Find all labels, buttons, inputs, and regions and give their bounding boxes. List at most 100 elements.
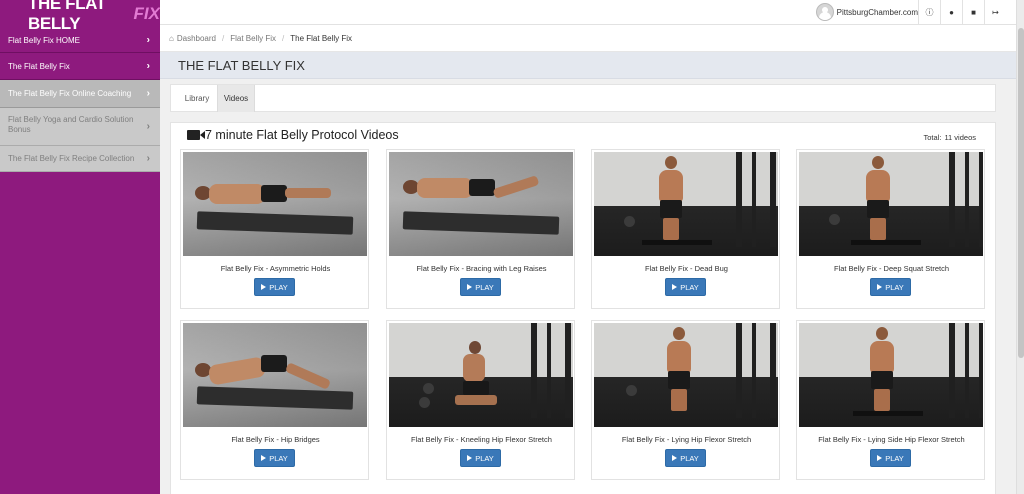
videos-total-label: Total: bbox=[923, 133, 942, 142]
kettlebell-shape bbox=[419, 397, 430, 408]
video-title: Flat Belly Fix - Lying Hip Flexor Stretc… bbox=[621, 435, 752, 444]
play-label: PLAY bbox=[269, 453, 288, 463]
video-title: Flat Belly Fix - Dead Bug bbox=[645, 264, 728, 273]
videos-panel: 7 minute Flat Belly Protocol Videos Tota… bbox=[170, 122, 996, 494]
chevron-right-icon: › bbox=[146, 120, 150, 132]
user-name: PittsburgChamber.com bbox=[836, 7, 918, 17]
video-title: Flat Belly Fix - Hip Bridges bbox=[231, 435, 320, 444]
play-icon bbox=[261, 455, 267, 461]
video-title: Flat Belly Fix - Bracing with Leg Raises bbox=[416, 264, 547, 273]
breadcrumb-dashboard[interactable]: Dashboard bbox=[177, 34, 216, 43]
kettlebell-shape bbox=[626, 385, 637, 396]
chevron-right-icon: › bbox=[146, 87, 150, 99]
video-thumbnail[interactable] bbox=[799, 152, 983, 256]
dashboard-icon[interactable]: ● bbox=[940, 0, 962, 25]
play-button[interactable]: PLAY bbox=[870, 278, 911, 296]
play-label: PLAY bbox=[885, 453, 904, 463]
video-card: Flat Belly Fix - Kneeling Hip Flexor Str… bbox=[386, 320, 575, 480]
play-button[interactable]: PLAY bbox=[460, 449, 501, 467]
person-figure bbox=[656, 156, 686, 240]
video-card: Flat Belly Fix - Dead Bug PLAY bbox=[591, 149, 780, 309]
play-label: PLAY bbox=[475, 453, 494, 463]
breadcrumb-separator: / bbox=[221, 33, 225, 43]
mat-shape bbox=[402, 211, 560, 235]
video-thumbnail[interactable] bbox=[389, 323, 573, 427]
breadcrumb: ⌂ Dashboard / Flat Belly Fix / The Flat … bbox=[160, 25, 1016, 52]
play-button[interactable]: PLAY bbox=[870, 449, 911, 467]
breadcrumb-separator: / bbox=[282, 33, 285, 43]
video-card: Flat Belly Fix - Bracing with Leg Raises… bbox=[386, 149, 575, 309]
breadcrumb-flat-belly-fix[interactable]: Flat Belly Fix bbox=[230, 34, 276, 43]
sidebar-item-label: The Flat Belly Fix Recipe Collection bbox=[8, 154, 135, 163]
tab-videos[interactable]: Videos bbox=[217, 85, 255, 112]
brand-logo[interactable]: THE FLAT BELLY FIX bbox=[0, 0, 160, 33]
tab-library[interactable]: Library bbox=[181, 85, 213, 112]
scrollbar-thumb[interactable] bbox=[1018, 28, 1024, 358]
play-button[interactable]: PLAY bbox=[665, 278, 706, 296]
play-label: PLAY bbox=[475, 282, 494, 292]
play-button[interactable]: PLAY bbox=[254, 449, 295, 467]
user-menu[interactable]: PittsburgChamber.com bbox=[815, 2, 918, 22]
tabs: Library Videos bbox=[170, 84, 996, 112]
video-card: Flat Belly Fix - Hip Bridges PLAY bbox=[180, 320, 369, 480]
chat-icon[interactable]: ■ bbox=[962, 0, 984, 25]
page-title: THE FLAT BELLY FIX bbox=[160, 52, 1016, 79]
videos-title: 7 minute Flat Belly Protocol Videos bbox=[205, 128, 399, 142]
sidebar-item-label: Flat Belly Fix HOME bbox=[8, 36, 81, 45]
person-figure bbox=[455, 341, 499, 413]
videos-total-value: 11 videos bbox=[944, 133, 976, 142]
video-thumbnail[interactable] bbox=[183, 152, 367, 256]
video-thumbnail[interactable] bbox=[799, 323, 983, 427]
person-figure bbox=[867, 327, 897, 411]
chevron-right-icon: › bbox=[146, 60, 150, 72]
sidebar-item-flat-belly-fix[interactable]: The Flat Belly Fix › bbox=[0, 53, 160, 80]
sidebar-item-home[interactable]: Flat Belly Fix HOME › bbox=[0, 28, 160, 53]
video-title: Flat Belly Fix - Kneeling Hip Flexor Str… bbox=[411, 435, 552, 444]
sidebar-item-label: The Flat Belly Fix bbox=[8, 62, 70, 71]
play-icon bbox=[672, 455, 678, 461]
page-scrollbar[interactable] bbox=[1016, 0, 1024, 494]
topbar: PittsburgChamber.com ⓘ ● ■ ↦ bbox=[160, 0, 1024, 25]
person-figure bbox=[195, 355, 332, 390]
play-label: PLAY bbox=[680, 453, 699, 463]
play-label: PLAY bbox=[885, 282, 904, 292]
play-label: PLAY bbox=[680, 282, 699, 292]
play-button[interactable]: PLAY bbox=[665, 449, 706, 467]
video-thumbnail[interactable] bbox=[183, 323, 367, 427]
sidebar-item-online-coaching[interactable]: The Flat Belly Fix Online Coaching › bbox=[0, 80, 160, 108]
person-figure bbox=[403, 174, 540, 200]
play-label: PLAY bbox=[269, 282, 288, 292]
play-icon bbox=[877, 284, 883, 290]
breadcrumb-current: The Flat Belly Fix bbox=[290, 33, 353, 43]
videos-total: Total: 11 videos bbox=[924, 133, 977, 142]
mat-shape bbox=[196, 211, 354, 235]
person-figure bbox=[195, 180, 331, 206]
sidebar-item-label: Flat Belly Yoga and Cardio Solution Bonu… bbox=[8, 115, 134, 134]
sidebar-item-label: The Flat Belly Fix Online Coaching bbox=[8, 89, 132, 98]
play-button[interactable]: PLAY bbox=[254, 278, 295, 296]
info-icon[interactable]: ⓘ bbox=[918, 0, 940, 25]
video-camera-icon bbox=[187, 130, 205, 140]
video-card: Flat Belly Fix - Asymmetric Holds PLAY bbox=[180, 149, 369, 309]
sidebar-item-yoga-cardio[interactable]: Flat Belly Yoga and Cardio Solution Bonu… bbox=[0, 108, 160, 146]
person-figure bbox=[664, 327, 694, 411]
sidebar: THE FLAT BELLY FIX Flat Belly Fix HOME ›… bbox=[0, 0, 160, 494]
chevron-right-icon: › bbox=[146, 34, 150, 46]
video-thumbnail[interactable] bbox=[594, 323, 778, 427]
logout-icon[interactable]: ↦ bbox=[984, 0, 1006, 25]
video-card: Flat Belly Fix - Deep Squat Stretch PLAY bbox=[796, 149, 985, 309]
play-button[interactable]: PLAY bbox=[460, 278, 501, 296]
videos-header: 7 minute Flat Belly Protocol Videos bbox=[187, 128, 399, 142]
kettlebell-shape bbox=[624, 216, 635, 227]
video-thumbnail[interactable] bbox=[594, 152, 778, 256]
mat-shape bbox=[196, 386, 354, 410]
person-figure bbox=[863, 156, 893, 240]
play-icon bbox=[467, 455, 473, 461]
sidebar-item-recipe-collection[interactable]: The Flat Belly Fix Recipe Collection › bbox=[0, 146, 160, 172]
video-thumbnail[interactable] bbox=[389, 152, 573, 256]
play-icon bbox=[877, 455, 883, 461]
play-icon bbox=[467, 284, 473, 290]
play-icon bbox=[672, 284, 678, 290]
avatar bbox=[815, 3, 834, 21]
video-card: Flat Belly Fix - Lying Side Hip Flexor S… bbox=[796, 320, 985, 480]
